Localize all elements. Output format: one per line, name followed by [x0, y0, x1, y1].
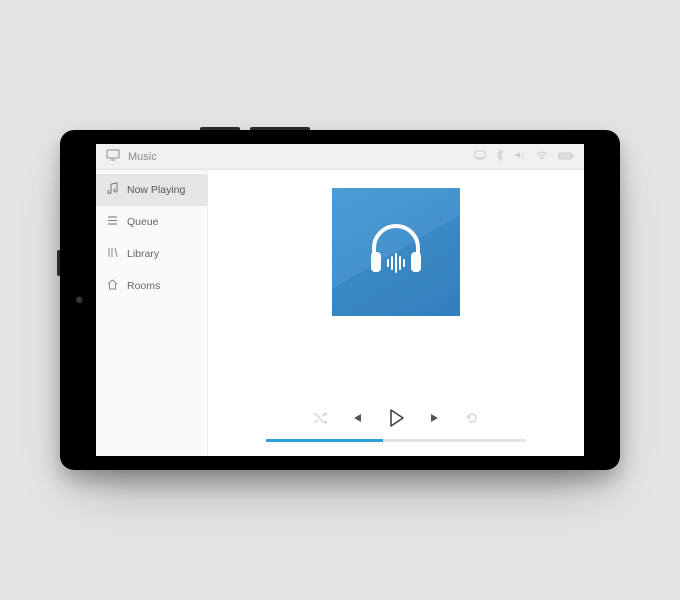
tablet-volume-button	[250, 127, 310, 130]
tablet-frame: Music	[60, 130, 620, 470]
volume-icon	[514, 150, 526, 163]
tablet-power-button	[200, 127, 240, 130]
sidebar: Now Playing Queue Library	[96, 170, 208, 456]
shuffle-button[interactable]	[313, 411, 327, 425]
home-icon	[106, 278, 119, 294]
play-button[interactable]	[385, 407, 407, 429]
app-body: Now Playing Queue Library	[96, 170, 584, 456]
bluetooth-icon	[496, 149, 504, 164]
sidebar-item-rooms[interactable]: Rooms	[96, 270, 207, 302]
app-title: Music	[128, 151, 157, 163]
progress-fill	[266, 439, 383, 442]
status-tray	[474, 149, 574, 164]
music-note-icon	[106, 182, 119, 198]
sidebar-item-queue[interactable]: Queue	[96, 206, 207, 238]
cast-icon	[474, 150, 486, 163]
main-content	[208, 170, 584, 456]
battery-icon	[558, 151, 574, 163]
sidebar-item-label: Queue	[127, 216, 159, 228]
repeat-button[interactable]	[465, 411, 479, 425]
progress-bar[interactable]	[266, 439, 526, 442]
top-bar: Music	[96, 144, 584, 170]
wifi-icon	[536, 150, 548, 163]
sidebar-item-label: Library	[127, 248, 159, 260]
sidebar-item-now-playing[interactable]: Now Playing	[96, 174, 207, 206]
app-screen: Music	[96, 144, 584, 456]
previous-button[interactable]	[349, 411, 363, 425]
player-controls	[266, 407, 526, 446]
library-icon	[106, 246, 119, 262]
tablet-camera	[76, 297, 83, 304]
album-art	[332, 188, 460, 316]
list-icon	[106, 214, 119, 230]
next-button[interactable]	[429, 411, 443, 425]
sidebar-item-label: Now Playing	[127, 184, 185, 196]
sidebar-item-library[interactable]: Library	[96, 238, 207, 270]
transport-bar	[266, 407, 526, 429]
monitor-icon	[106, 149, 120, 164]
headphones-icon	[360, 214, 432, 291]
tablet-side-button	[57, 250, 60, 276]
sidebar-item-label: Rooms	[127, 280, 160, 292]
